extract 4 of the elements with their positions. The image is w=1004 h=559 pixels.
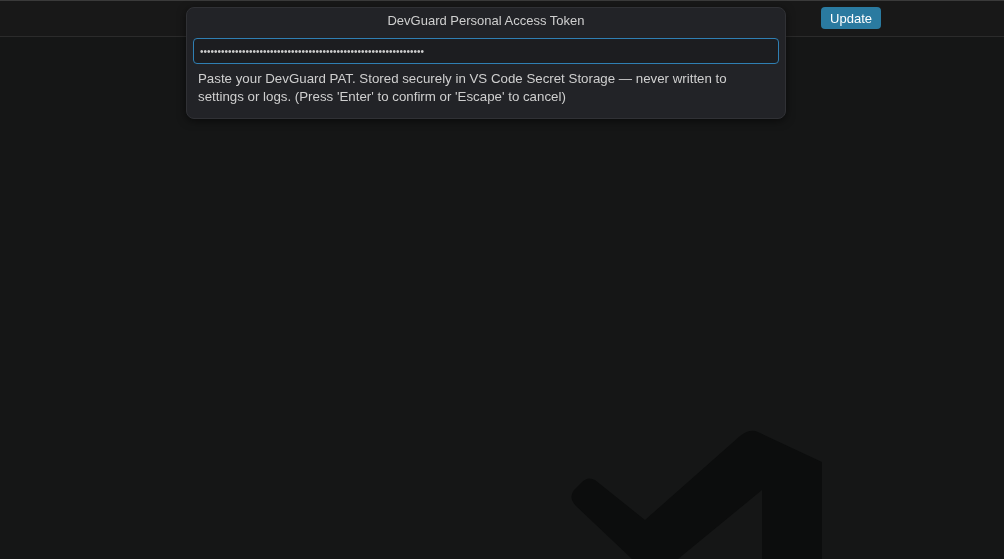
dialog-message: Paste your DevGuard PAT. Stored securely in VS Code Secret Storage — never written to settings or logs. (Press 'Enter' to confirm or 'Escape' to cancel) (198, 70, 728, 106)
dialog-title: DevGuard Personal Access Token (386, 13, 586, 29)
update-button[interactable]: Update (821, 7, 881, 29)
token-input-field[interactable]: •••••••••••••••••••••••••••••••••••••••••••••••••••••••••••••••• (193, 38, 779, 64)
